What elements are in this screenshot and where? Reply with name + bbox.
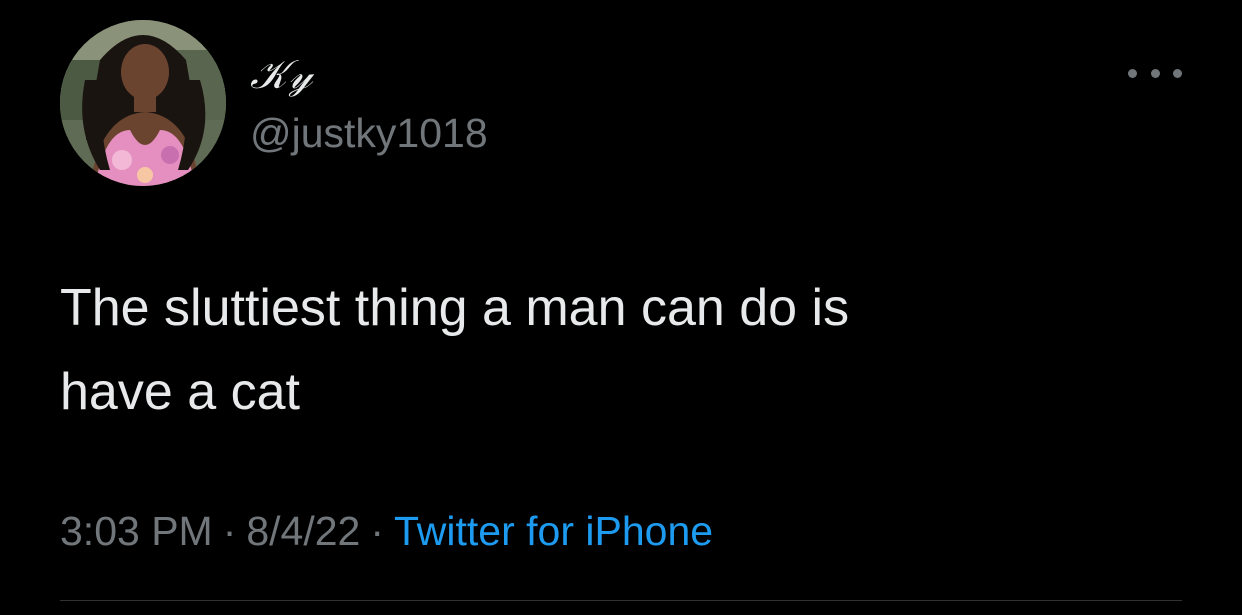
tweet-metadata: 3:03 PM · 8/4/22 · Twitter for iPhone: [60, 508, 713, 555]
user-handle[interactable]: @justky1018: [250, 110, 488, 157]
divider: [60, 600, 1182, 601]
avatar-image: [60, 20, 226, 186]
separator: ·: [222, 508, 237, 554]
more-dot: [1150, 68, 1160, 78]
tweet-time[interactable]: 3:03 PM: [60, 508, 213, 554]
display-name[interactable]: 𝒦𝓎: [250, 52, 314, 98]
separator: ·: [370, 508, 385, 554]
more-options-icon[interactable]: [1128, 58, 1182, 88]
tweet-date[interactable]: 8/4/22: [246, 508, 360, 554]
tweet-text-line: have a cat: [60, 363, 300, 421]
more-dot: [1173, 68, 1182, 78]
tweet-source-link[interactable]: Twitter for iPhone: [394, 508, 713, 554]
tweet-text-line: The sluttiest thing a man can do is: [60, 279, 850, 337]
tweet-card: 𝒦𝓎 @justky1018 The sluttiest thing a man…: [0, 0, 1242, 615]
tweet-text: The sluttiest thing a man can do is have…: [60, 266, 1180, 434]
avatar[interactable]: [60, 20, 226, 186]
more-dot: [1128, 68, 1137, 78]
